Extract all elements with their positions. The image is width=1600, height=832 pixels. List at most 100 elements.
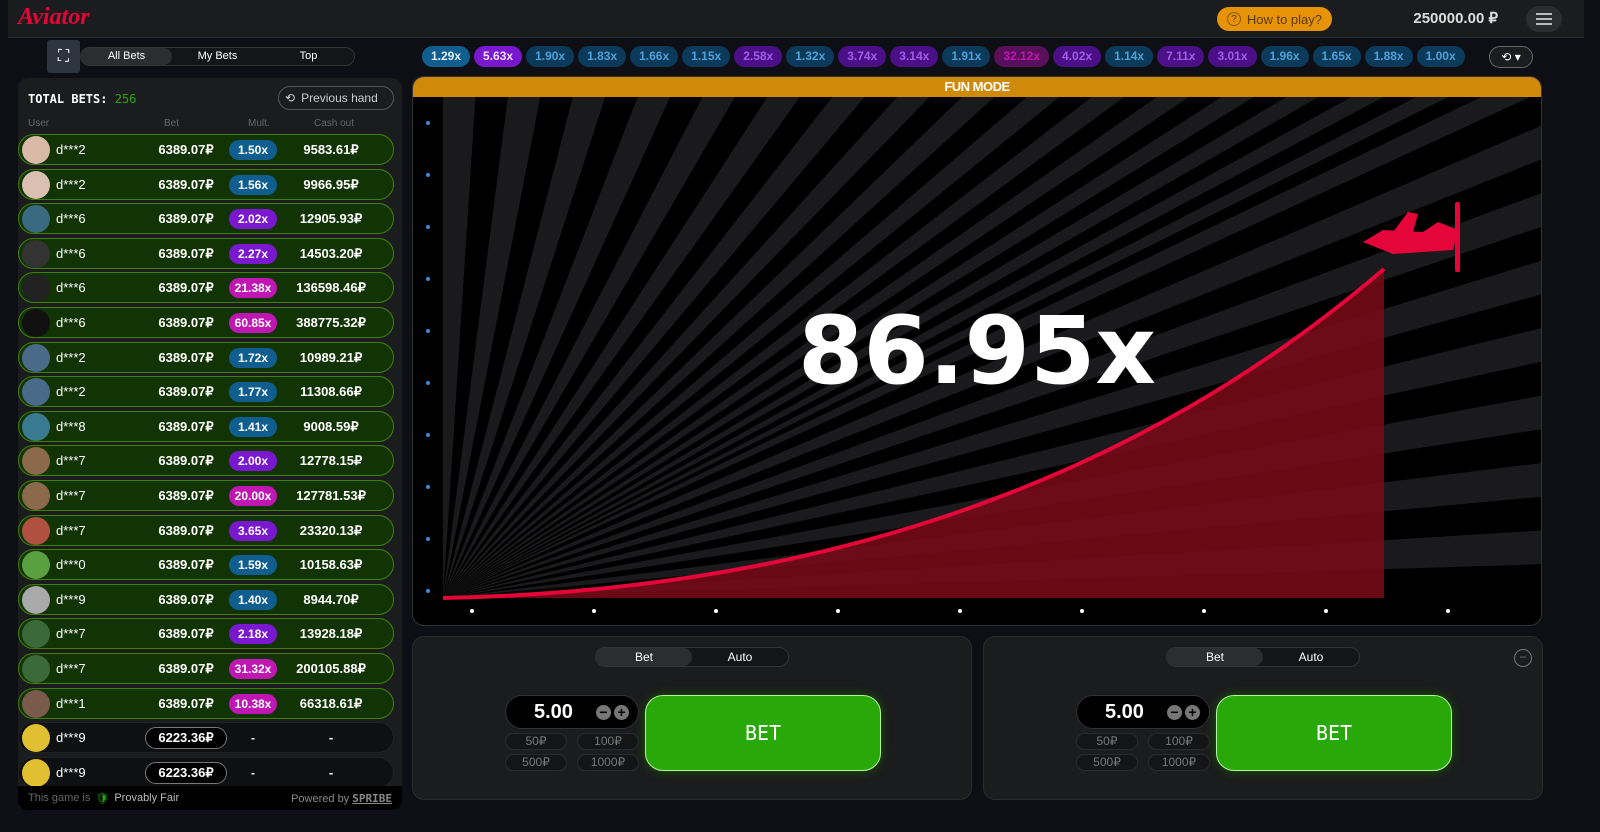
tab-bet[interactable]: Bet	[1167, 648, 1263, 666]
y-axis-dot	[426, 277, 430, 281]
history-chip[interactable]: 3.14x	[890, 46, 939, 67]
col-user: User	[28, 118, 50, 129]
history-chip[interactable]: 1.96x	[1260, 46, 1309, 67]
bet-mode-tabs: Bet Auto	[595, 647, 789, 667]
bet-panel: Bet Auto 5.00 − + 50₽ 100₽ 500₽ 1000₽ BET	[412, 636, 972, 800]
col-cashout: Cash out	[314, 118, 355, 129]
history-chip[interactable]: 1.00x	[1416, 46, 1465, 67]
plus-icon[interactable]: +	[614, 705, 629, 720]
bet-amount: 6389.07₽	[158, 384, 214, 400]
shield-check-icon: 🛡	[95, 792, 110, 805]
multiplier-history: 1.29x 5.63x 1.90x 1.83x 1.66x 1.15x 2.58x 1.32x…	[422, 46, 1480, 68]
bet-amount: 6389.07₽	[158, 660, 214, 676]
quick-amount-button[interactable]: 1000₽	[1148, 754, 1210, 771]
multiplier-badge: 2.18x	[229, 624, 277, 645]
avatar	[22, 758, 50, 787]
bet-row: d***2 6389.07₽ 1.50x 9583.61₽	[18, 134, 394, 165]
multiplier-badge: 1.72x	[229, 347, 277, 368]
quick-amount-button[interactable]: 1000₽	[577, 754, 639, 771]
bet-amount-input[interactable]: 5.00 − +	[505, 695, 639, 729]
multiplier-badge: 60.85x	[229, 312, 277, 333]
bet-amount-input[interactable]: 5.00 − +	[1076, 695, 1210, 729]
cashout: 23320.13₽	[299, 522, 363, 538]
bet-row: d***6 6389.07₽ 60.85x 388775.32₽	[18, 306, 394, 338]
history-chip[interactable]: 3.74x	[838, 46, 887, 67]
history-chip[interactable]: 1.88x	[1364, 46, 1413, 67]
history-chip[interactable]: 1.32x	[786, 46, 835, 67]
user: d***6	[56, 245, 86, 261]
how-to-play-button[interactable]: ? How to play?	[1216, 7, 1332, 31]
cashout: 9966.95₽	[303, 176, 359, 192]
x-axis-dot	[836, 609, 840, 613]
provably-fair-link[interactable]: Provably Fair	[114, 792, 179, 804]
bet-amount: 6223.36₽	[145, 761, 227, 784]
tab-auto[interactable]: Auto	[1263, 648, 1359, 666]
user: d***1	[56, 695, 86, 711]
bet-row: d***7 6389.07₽ 31.32x 200105.88₽	[18, 652, 394, 684]
history-chip[interactable]: 32.12x	[994, 46, 1050, 67]
history-chip[interactable]: 1.14x	[1105, 46, 1154, 67]
footer: This game is 🛡 Provably Fair Powered by …	[18, 786, 402, 810]
plus-icon[interactable]: +	[1185, 705, 1200, 720]
bet-button[interactable]: BET	[1216, 695, 1452, 771]
avatar	[22, 239, 50, 268]
question-icon: ?	[1226, 12, 1241, 26]
quick-amount-button[interactable]: 50₽	[505, 733, 567, 750]
bets-list[interactable]: d***2 6389.07₽ 1.50x 9583.61₽ d***2 6389…	[18, 134, 394, 791]
avatar	[22, 654, 50, 683]
tab-top[interactable]: Top	[263, 48, 354, 65]
multiplier-badge: 31.32x	[229, 658, 277, 679]
history-chip[interactable]: 1.83x	[578, 46, 627, 67]
history-chip[interactable]: 1.66x	[630, 46, 679, 67]
history-chip[interactable]: 5.63x	[474, 46, 523, 67]
remove-panel-icon[interactable]: −	[1514, 649, 1532, 667]
tab-my-bets[interactable]: My Bets	[172, 48, 263, 65]
history-chip[interactable]: 2.58x	[734, 46, 783, 67]
history-chip[interactable]: 4.02x	[1053, 46, 1102, 67]
history-icon: ⟲	[285, 91, 296, 105]
history-chip[interactable]: 1.91x	[942, 46, 991, 67]
quick-amount-button[interactable]: 100₽	[1148, 733, 1210, 750]
avatar	[22, 516, 50, 545]
user: d***7	[56, 522, 86, 538]
history-chip[interactable]: 7.11x	[1157, 46, 1205, 67]
avatar	[22, 205, 50, 234]
current-multiplier: 86.95x	[798, 297, 1156, 406]
bet-amount: 6389.07₽	[158, 349, 214, 365]
avatar	[22, 412, 50, 441]
bet-button[interactable]: BET	[645, 695, 881, 771]
bet-row: d***9 6389.07₽ 1.40x 8944.70₽	[18, 583, 394, 615]
tab-bet[interactable]: Bet	[596, 648, 692, 666]
y-axis-dot	[426, 589, 430, 593]
bet-amount: 6389.07₽	[158, 487, 214, 503]
bet-amount: 6389.07₽	[158, 626, 214, 642]
y-axis-dot	[426, 537, 430, 541]
history-chip[interactable]: 1.90x	[526, 46, 575, 67]
minus-icon[interactable]: −	[596, 705, 611, 720]
minus-icon[interactable]: −	[1167, 705, 1182, 720]
user: d***7	[56, 487, 86, 503]
cashout: -	[328, 730, 334, 746]
multiplier-badge: 1.40x	[229, 589, 277, 610]
history-toggle-button[interactable]: ⟲ ▾	[1489, 46, 1533, 68]
history-chip[interactable]: 3.01x	[1208, 46, 1257, 67]
quick-amount-button[interactable]: 100₽	[577, 733, 639, 750]
quick-amount-button[interactable]: 500₽	[1076, 754, 1138, 771]
bet-row: d***6 6389.07₽ 2.27x 14503.20₽	[18, 237, 394, 269]
cashout: 10158.63₽	[299, 557, 363, 573]
quick-amount-button[interactable]: 500₽	[505, 754, 567, 771]
history-chip[interactable]: 1.29x	[422, 46, 471, 67]
top-bar: Aviator ? How to play? 250000.00 ₽	[8, 0, 1584, 38]
bet-amount: 6389.07₽	[158, 453, 214, 469]
x-axis-dot	[1324, 609, 1328, 613]
user: d***7	[56, 453, 86, 469]
quick-amount-button[interactable]: 50₽	[1076, 733, 1138, 750]
fullscreen-icon[interactable]: ⛶	[47, 40, 80, 73]
history-chip[interactable]: 1.65x	[1312, 46, 1361, 67]
previous-hand-button[interactable]: ⟲ Previous hand	[278, 86, 394, 110]
user: d***6	[56, 280, 86, 296]
menu-button[interactable]	[1526, 6, 1562, 32]
history-chip[interactable]: 1.15x	[682, 46, 731, 67]
tab-auto[interactable]: Auto	[692, 648, 788, 666]
tab-all-bets[interactable]: All Bets	[81, 48, 172, 65]
